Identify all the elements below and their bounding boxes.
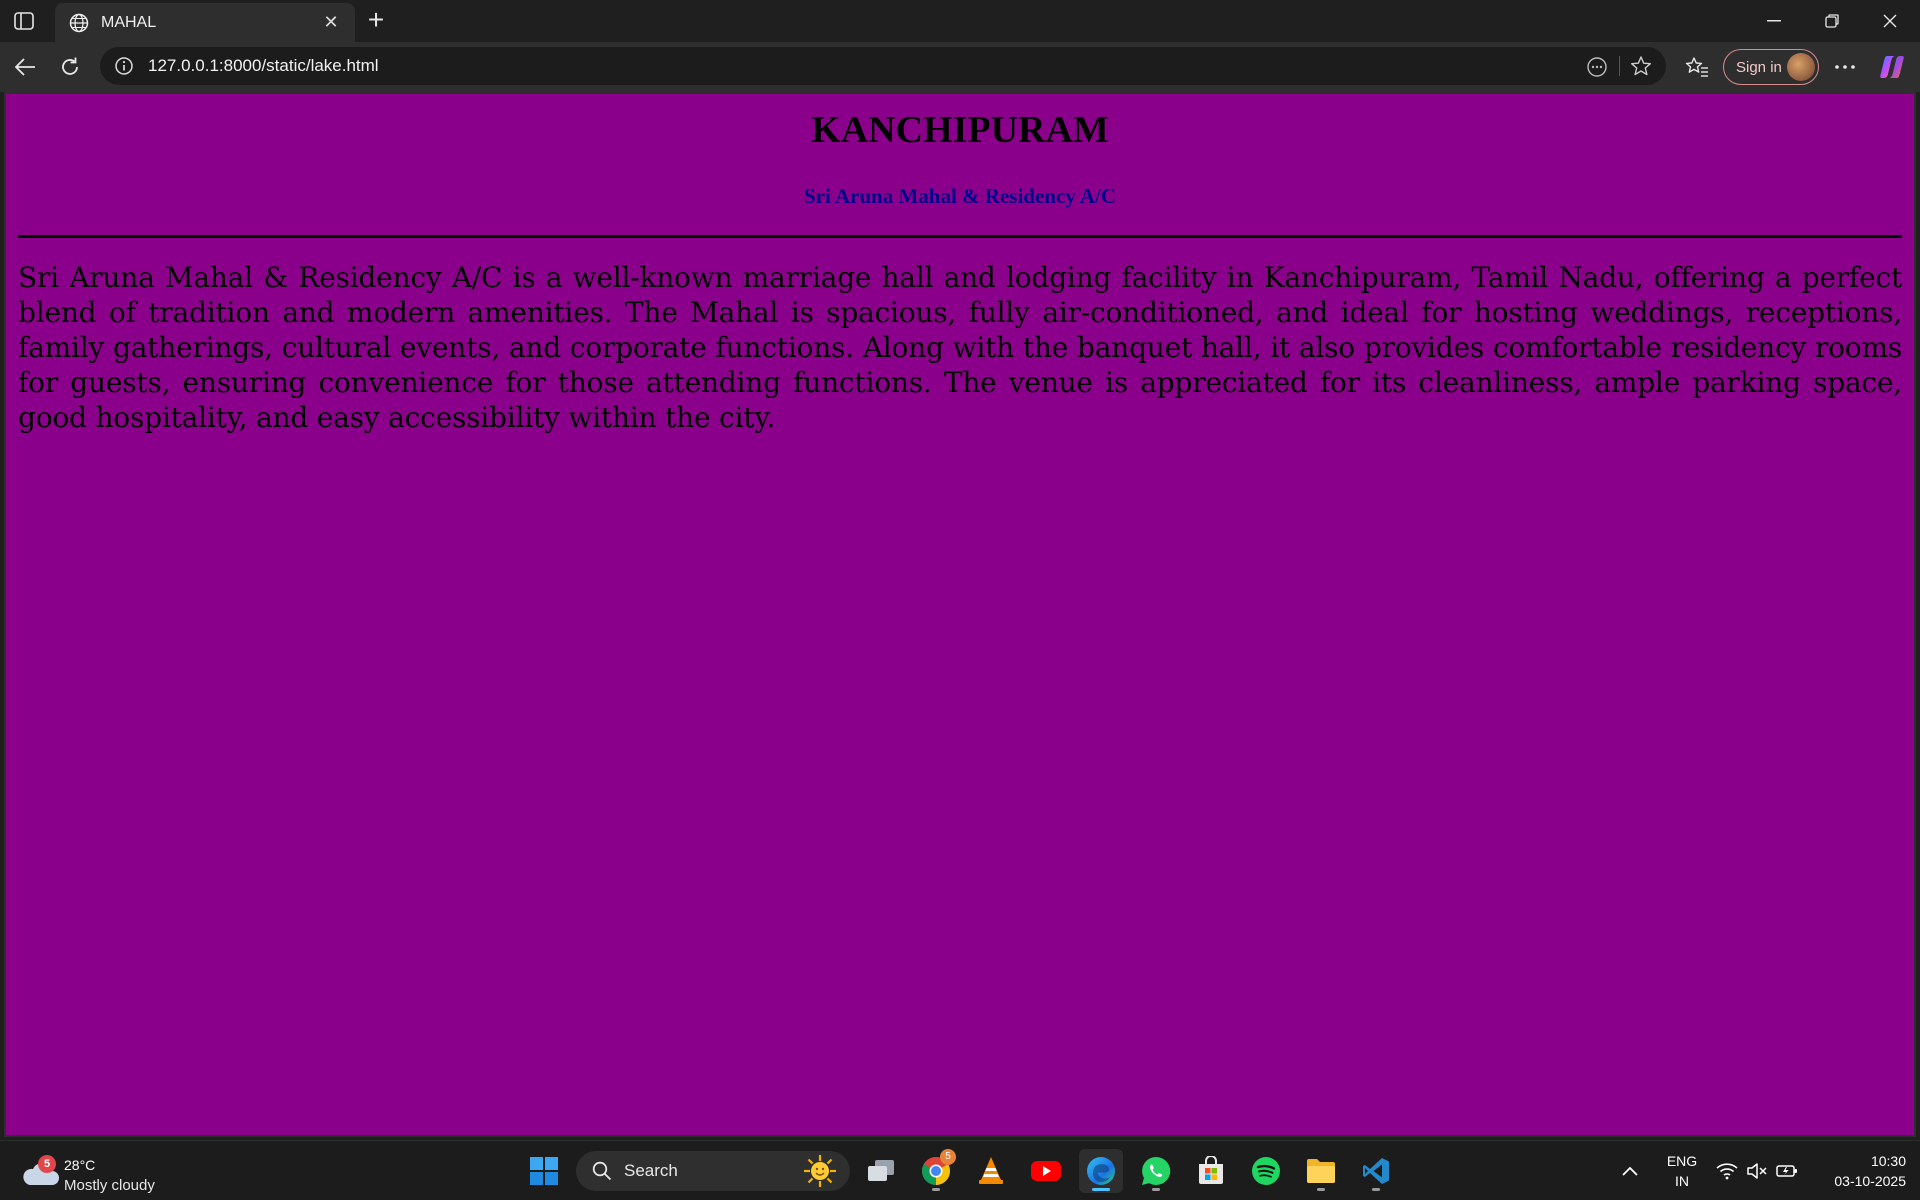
file-explorer-icon[interactable]	[1299, 1149, 1343, 1193]
running-indicator	[1152, 1188, 1160, 1191]
page-subheading: Sri Aruna Mahal & Residency A/C	[803, 184, 1117, 208]
avatar	[1787, 53, 1815, 81]
minimize-icon[interactable]	[1745, 0, 1803, 42]
sign-in-button[interactable]: Sign in	[1723, 49, 1819, 85]
settings-more-icon[interactable]	[1829, 51, 1861, 83]
region-code: IN	[1675, 1173, 1689, 1189]
weather-temp: 28°C	[64, 1157, 96, 1173]
system-tray[interactable]	[1712, 1149, 1802, 1193]
chrome-badge: 5	[940, 1149, 956, 1165]
search-label: Search	[624, 1161, 678, 1180]
active-indicator	[1092, 1188, 1110, 1191]
tab-title: MAHAL	[101, 13, 157, 31]
page-body: KANCHIPURAM Sri Aruna Mahal & Residency …	[6, 108, 1914, 435]
page-viewport: KANCHIPURAM Sri Aruna Mahal & Residency …	[4, 92, 1916, 1137]
taskbar: 5 28°C Mostly cloudy Search 5 ENG IN 10:…	[0, 1140, 1920, 1200]
globe-icon	[69, 13, 89, 33]
browser-tab[interactable]: MAHAL ✕	[55, 3, 355, 42]
vscode-icon[interactable]	[1354, 1149, 1398, 1193]
tab-strip: MAHAL ✕ +	[0, 0, 1920, 42]
running-indicator	[1317, 1188, 1325, 1191]
close-window-icon[interactable]	[1861, 0, 1919, 42]
task-view-icon[interactable]	[859, 1149, 903, 1193]
sun-icon	[804, 1155, 836, 1187]
windows-icon	[530, 1157, 558, 1185]
page-heading: KANCHIPURAM	[811, 109, 1109, 151]
horizontal-rule	[18, 235, 1902, 238]
back-icon[interactable]	[9, 51, 41, 83]
url-text[interactable]: 127.0.0.1:8000/static/lake.html	[148, 56, 1666, 76]
copilot-icon[interactable]	[1876, 51, 1908, 83]
clock-time: 10:30	[1870, 1153, 1906, 1169]
weather-widget[interactable]: 5 28°C Mostly cloudy	[20, 1149, 180, 1194]
favorites-icon[interactable]	[1681, 51, 1713, 83]
browser-toolbar: 127.0.0.1:8000/static/lake.html Sign in	[0, 42, 1920, 92]
show-hidden-icons-icon[interactable]	[1610, 1149, 1650, 1193]
running-indicator	[932, 1188, 940, 1191]
vlc-icon[interactable]	[969, 1149, 1013, 1193]
language-indicator[interactable]: ENG IN	[1660, 1151, 1704, 1191]
whatsapp-icon[interactable]	[1134, 1149, 1178, 1193]
sign-in-label: Sign in	[1736, 58, 1782, 76]
chrome-icon[interactable]: 5	[914, 1149, 958, 1193]
refresh-icon[interactable]	[54, 51, 86, 83]
wifi-icon	[1716, 1163, 1738, 1180]
clock-date: 03-10-2025	[1834, 1173, 1906, 1189]
edge-icon[interactable]	[1079, 1149, 1123, 1193]
microsoft-store-icon[interactable]	[1189, 1149, 1233, 1193]
more-actions-icon[interactable]	[1586, 56, 1608, 78]
tab-actions-icon[interactable]	[10, 8, 38, 34]
address-bar[interactable]: 127.0.0.1:8000/static/lake.html	[100, 47, 1666, 85]
volume-muted-icon	[1747, 1163, 1767, 1179]
spotify-icon[interactable]	[1244, 1149, 1288, 1193]
weather-badge: 5	[38, 1155, 56, 1173]
youtube-icon[interactable]	[1024, 1149, 1068, 1193]
language-code: ENG	[1666, 1153, 1698, 1169]
running-indicator	[1372, 1188, 1380, 1191]
taskbar-search[interactable]: Search	[576, 1151, 850, 1191]
description-paragraph: Sri Aruna Mahal & Residency A/C is a wel…	[18, 261, 1902, 434]
restore-icon[interactable]	[1803, 0, 1861, 42]
search-icon	[592, 1161, 612, 1181]
battery-icon	[1776, 1165, 1797, 1177]
close-tab-icon[interactable]: ✕	[321, 12, 341, 33]
new-tab-icon[interactable]: +	[362, 6, 390, 34]
weather-condition: Mostly cloudy	[64, 1177, 155, 1194]
site-info-icon[interactable]	[114, 56, 134, 76]
clock[interactable]: 10:30 03-10-2025	[1810, 1151, 1906, 1191]
address-divider	[1619, 56, 1620, 76]
favorite-star-icon[interactable]	[1630, 55, 1652, 77]
start-button[interactable]	[522, 1149, 566, 1193]
